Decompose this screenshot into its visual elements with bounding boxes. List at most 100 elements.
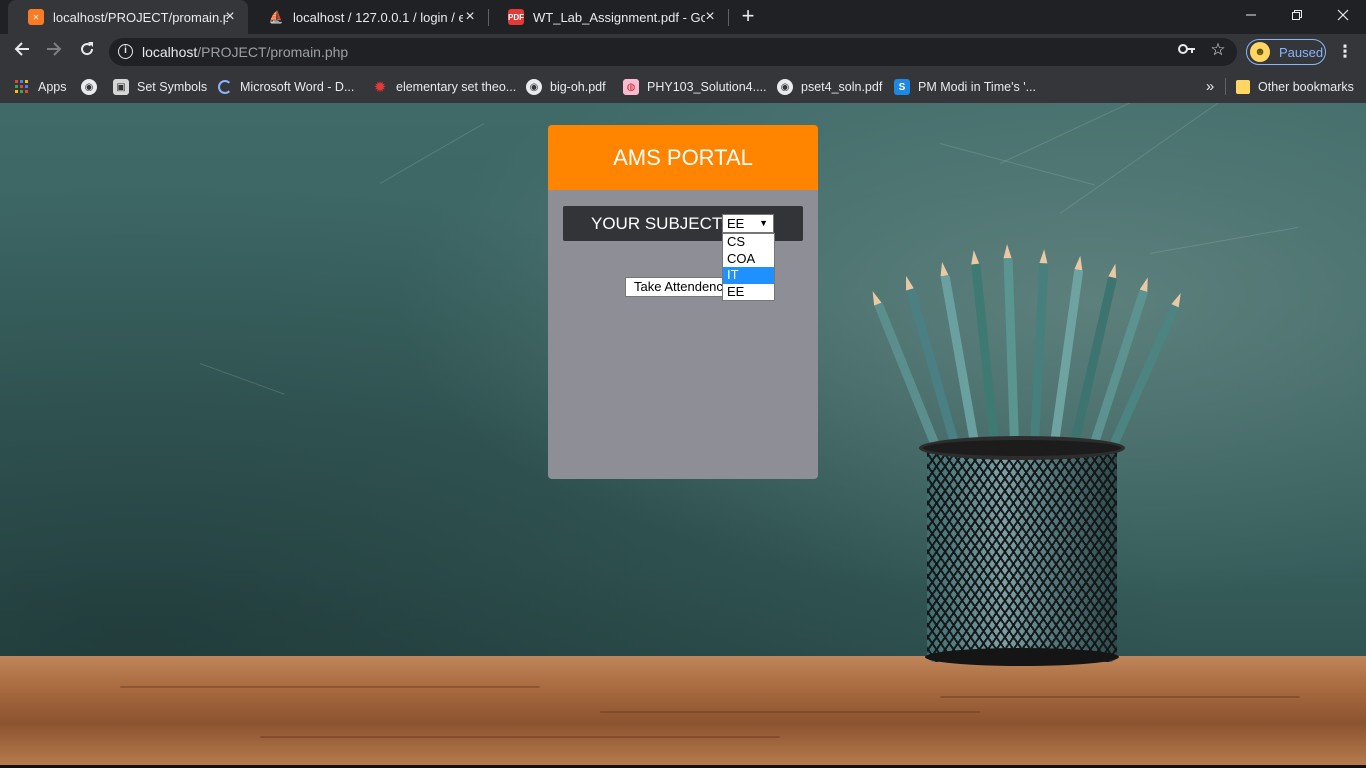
subject-option-it[interactable]: IT [723, 267, 774, 284]
selected-subject: EE [727, 216, 745, 231]
restore-icon [1292, 10, 1302, 20]
tab-pdf[interactable]: PDF WT_Lab_Assignment.pdf - Googl × [488, 0, 728, 34]
ams-panel: AMS PORTAL YOUR SUBJECT: EE ▼ Take Atten… [548, 125, 818, 479]
chevron-down-icon: ▼ [759, 218, 768, 228]
arrow-right-icon [47, 42, 62, 56]
tab-title: localhost/PROJECT/promain.php [53, 9, 228, 25]
tab-title: WT_Lab_Assignment.pdf - Googl [533, 9, 705, 25]
subject-option-ee[interactable]: EE [723, 284, 774, 301]
minimize-button[interactable] [1228, 0, 1274, 30]
minimize-icon [1246, 14, 1256, 16]
globe-icon: ◉ [81, 79, 97, 95]
tab-title: localhost / 127.0.0.1 / login / ee | [293, 9, 463, 25]
profile-status: Paused [1279, 44, 1324, 60]
new-tab-button[interactable]: + [737, 5, 759, 27]
pencil-cup [919, 436, 1125, 666]
pdf-icon: PDF [508, 9, 524, 25]
browser-toolbar: i localhost/PROJECT/promain.php ☆ ☻ Paus… [0, 34, 1366, 70]
wood-grain [260, 736, 780, 738]
close-tab-icon[interactable]: × [222, 9, 238, 25]
bookmark-separator [1225, 78, 1226, 95]
wood-grain [120, 686, 540, 688]
bookmark-big-oh[interactable]: ◉ big-oh.pdf [526, 76, 606, 98]
bookmark-label: pset4_soln.pdf [801, 80, 883, 94]
bookmark-microsoft-word[interactable]: Microsoft Word - D... [218, 76, 354, 98]
bookmark-label: PHY103_Solution4.... [647, 80, 767, 94]
chalk-mark [999, 103, 1164, 164]
wooden-desk [0, 656, 1366, 765]
page-title: AMS PORTAL [613, 144, 753, 170]
info-icon[interactable]: i [118, 44, 133, 59]
chalk-mark [939, 143, 1095, 186]
tab-promain[interactable]: ✕ localhost/PROJECT/promain.php × [8, 0, 248, 34]
phpmyadmin-icon: ⛵ [268, 10, 284, 24]
key-icon[interactable] [1177, 43, 1197, 61]
subject-option-cs[interactable]: CS [723, 234, 774, 251]
subject-label: YOUR SUBJECT: [591, 214, 726, 233]
cup-rim [919, 436, 1125, 460]
gear-red-icon: ✹ [373, 79, 387, 96]
loading-icon [218, 80, 232, 94]
avatar: ☻ [1250, 42, 1270, 62]
close-tab-icon[interactable]: × [702, 9, 718, 25]
globe-icon: ◉ [526, 79, 542, 95]
bookmark-globe[interactable]: ◉ [81, 76, 105, 98]
chalk-mark [379, 123, 485, 184]
take-attendance-button[interactable]: Take Attendence [625, 277, 729, 297]
close-tab-icon[interactable]: × [462, 9, 478, 25]
forward-button[interactable] [42, 40, 66, 64]
cup-base [925, 648, 1119, 666]
restore-button[interactable] [1274, 0, 1320, 30]
chalk-mark [199, 363, 285, 395]
subject-option-coa[interactable]: COA [723, 251, 774, 268]
folder-icon [1236, 80, 1250, 94]
chalk-mark [1149, 226, 1298, 254]
profile-button[interactable]: ☻ Paused [1246, 39, 1326, 65]
bookmark-pm-modi[interactable]: S PM Modi in Time's '... [894, 76, 1036, 98]
more-bookmarks-icon[interactable]: » [1202, 76, 1218, 98]
tab-phpmyadmin[interactable]: ⛵ localhost / 127.0.0.1 / login / ee | × [248, 0, 488, 34]
bookmark-set-symbols[interactable]: ▣ Set Symbols [113, 76, 207, 98]
pencil [1030, 263, 1049, 444]
pdf-icon: ◍ [623, 79, 639, 95]
back-button[interactable] [10, 40, 34, 64]
mesh-cup-body [927, 452, 1117, 662]
bookmarks-bar: Apps ◉ ▣ Set Symbols Microsoft Word - D.… [0, 70, 1366, 103]
apps-grid-icon [14, 79, 30, 95]
bookmark-label: Microsoft Word - D... [240, 80, 355, 94]
subject-dropdown-list: CS COA IT EE [722, 233, 775, 301]
bookmark-phy103[interactable]: ◍ PHY103_Solution4.... [623, 76, 767, 98]
url-host: localhost [142, 44, 198, 60]
url-text[interactable]: localhost/PROJECT/promain.php [142, 44, 348, 60]
bookmark-other[interactable]: Other bookmarks [1236, 76, 1354, 98]
image-icon: ▣ [113, 79, 129, 95]
globe-icon: ◉ [777, 79, 793, 95]
bookmark-label: big-oh.pdf [550, 80, 606, 94]
tab-strip: ✕ localhost/PROJECT/promain.php × ⛵ loca… [0, 0, 1366, 34]
bookmark-label: elementary set theo... [396, 80, 517, 94]
bookmark-pset4[interactable]: ◉ pset4_soln.pdf [777, 76, 882, 98]
reload-icon [81, 42, 94, 56]
bookmark-label: PM Modi in Time's '... [918, 80, 1036, 94]
s-icon: S [894, 79, 910, 95]
pencil [1003, 257, 1019, 444]
bookmark-elementary-set-theory[interactable]: ✹ elementary set theo... [372, 76, 517, 98]
xampp-icon: ✕ [28, 9, 44, 25]
bookmark-label: Apps [38, 80, 67, 94]
bookmark-apps[interactable]: Apps [14, 76, 67, 98]
wood-grain [940, 696, 1300, 698]
tab-separator [728, 9, 729, 26]
chalk-mark [1059, 103, 1241, 214]
url-path: /PROJECT/promain.php [197, 44, 349, 60]
bookmark-label: Set Symbols [137, 80, 208, 94]
close-icon [1337, 9, 1349, 21]
address-bar[interactable]: i localhost/PROJECT/promain.php ☆ [109, 38, 1237, 66]
subject-select[interactable]: EE ▼ [722, 214, 774, 233]
pencil [971, 263, 999, 444]
arrow-left-icon [14, 42, 29, 56]
bookmark-label: Other bookmarks [1258, 80, 1354, 94]
star-icon[interactable]: ☆ [1208, 40, 1228, 62]
reload-button[interactable] [75, 40, 99, 64]
more-menu-icon[interactable]: ⋮ [1336, 40, 1354, 64]
close-window-button[interactable] [1320, 0, 1366, 30]
